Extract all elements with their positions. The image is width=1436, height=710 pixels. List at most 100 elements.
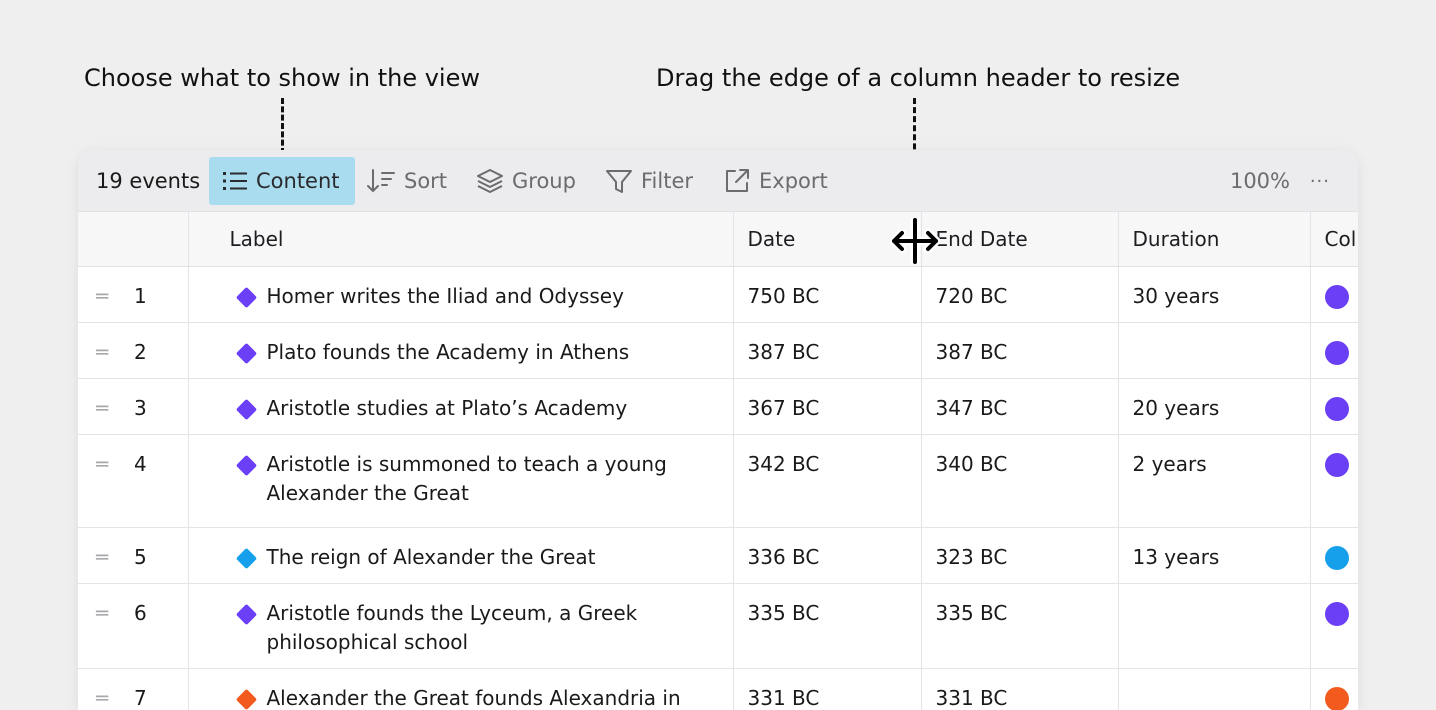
end-date-cell[interactable]: 720 BC — [921, 266, 1118, 322]
drag-handle-icon[interactable]: ═ — [96, 684, 134, 710]
duration-cell[interactable]: 13 years — [1118, 527, 1310, 583]
end-date-cell[interactable]: 340 BC — [921, 434, 1118, 527]
event-label: Alexander the Great founds Alexandria in — [267, 684, 701, 710]
event-label: The reign of Alexander the Great — [267, 543, 616, 572]
date-cell[interactable]: 367 BC — [733, 378, 921, 434]
duration-cell[interactable] — [1118, 583, 1310, 668]
end-date-cell[interactable]: 331 BC — [921, 668, 1118, 710]
event-diamond-icon — [236, 343, 256, 363]
table-row[interactable]: ═5 The reign of Alexander the Great 336 BC… — [78, 527, 1358, 583]
drag-handle-icon[interactable]: ═ — [96, 450, 134, 479]
filter-button[interactable]: Filter — [605, 157, 693, 205]
label-cell[interactable]: Plato founds the Academy in Athens — [188, 322, 733, 378]
column-header-duration[interactable]: Duration — [1118, 212, 1310, 266]
end-date-cell[interactable]: 347 BC — [921, 378, 1118, 434]
events-table: Label Date End Date Duration Col ═1Homer… — [78, 212, 1358, 710]
row-index-cell: ═1 — [78, 266, 188, 322]
row-number: 5 — [134, 545, 147, 569]
row-number: 6 — [134, 601, 147, 625]
row-number: 4 — [134, 452, 147, 476]
content-button[interactable]: Content — [209, 157, 355, 205]
duration-cell[interactable]: 20 years — [1118, 378, 1310, 434]
drag-handle-icon[interactable]: ═ — [96, 394, 134, 423]
color-swatch — [1325, 687, 1349, 710]
row-number: 3 — [134, 396, 147, 420]
date-cell[interactable]: 335 BC — [733, 583, 921, 668]
table-row[interactable]: ═7 Alexander the Great founds Alexandria … — [78, 668, 1358, 710]
event-diamond-icon — [236, 604, 256, 624]
export-icon — [723, 167, 751, 195]
color-swatch — [1325, 285, 1349, 309]
sort-button[interactable]: Sort — [366, 157, 447, 205]
sort-icon — [366, 168, 396, 194]
zoom-level[interactable]: 100% — [1230, 157, 1290, 205]
event-count: 19 events — [96, 157, 200, 205]
layers-icon — [476, 167, 504, 195]
date-cell[interactable]: 750 BC — [733, 266, 921, 322]
resize-annotation: Drag the edge of a column header to resi… — [656, 64, 1180, 92]
color-cell[interactable] — [1310, 266, 1358, 322]
end-date-cell[interactable]: 387 BC — [921, 322, 1118, 378]
date-cell[interactable]: 331 BC — [733, 668, 921, 710]
table-row[interactable]: ═1 Homer writes the Iliad and Odyssey 750 … — [78, 266, 1358, 322]
duration-cell[interactable] — [1118, 668, 1310, 710]
column-header-color[interactable]: Col — [1310, 212, 1358, 266]
group-button[interactable]: Group — [476, 157, 576, 205]
event-diamond-icon — [236, 548, 256, 568]
end-date-cell[interactable]: 323 BC — [921, 527, 1118, 583]
color-cell[interactable] — [1310, 583, 1358, 668]
event-label: Plato founds the Academy in Athens — [267, 338, 650, 367]
label-cell[interactable]: Aristotle studies at Plato’s Academy — [188, 378, 733, 434]
column-header-index[interactable] — [78, 212, 188, 266]
table-row[interactable]: ═6 Aristotle founds the Lyceum, a Greek p… — [78, 583, 1358, 668]
list-icon — [222, 169, 248, 193]
end-date-cell[interactable]: 335 BC — [921, 583, 1118, 668]
drag-handle-icon[interactable]: ═ — [96, 282, 134, 311]
event-diamond-icon — [236, 399, 256, 419]
label-cell[interactable]: Alexander the Great founds Alexandria in — [188, 668, 733, 710]
column-header-end-date[interactable]: End Date — [921, 212, 1118, 266]
date-cell[interactable]: 336 BC — [733, 527, 921, 583]
row-index-cell: ═5 — [78, 527, 188, 583]
column-header-label[interactable]: Label — [188, 212, 733, 266]
event-label: Homer writes the Iliad and Odyssey — [267, 282, 644, 311]
color-swatch — [1325, 602, 1349, 626]
duration-cell[interactable]: 2 years — [1118, 434, 1310, 527]
content-annotation: Choose what to show in the view — [84, 64, 480, 92]
event-diamond-icon — [236, 455, 256, 475]
label-cell[interactable]: Homer writes the Iliad and Odyssey — [188, 266, 733, 322]
label-cell[interactable]: Aristotle founds the Lyceum, a Greek phi… — [188, 583, 733, 668]
duration-cell[interactable] — [1118, 322, 1310, 378]
color-cell[interactable] — [1310, 378, 1358, 434]
group-button-label: Group — [512, 169, 576, 193]
event-label: Aristotle studies at Plato’s Academy — [267, 394, 648, 423]
color-cell[interactable] — [1310, 434, 1358, 527]
sort-button-label: Sort — [404, 169, 447, 193]
color-cell[interactable] — [1310, 668, 1358, 710]
color-swatch — [1325, 453, 1349, 477]
table-row[interactable]: ═3 Aristotle studies at Plato’s Academy 36… — [78, 378, 1358, 434]
color-swatch — [1325, 397, 1349, 421]
row-index-cell: ═7 — [78, 668, 188, 710]
filter-icon — [605, 167, 633, 195]
label-cell[interactable]: Aristotle is summoned to teach a young A… — [188, 434, 733, 527]
color-cell[interactable] — [1310, 322, 1358, 378]
duration-cell[interactable]: 30 years — [1118, 266, 1310, 322]
drag-handle-icon[interactable]: ═ — [96, 599, 134, 628]
drag-handle-icon[interactable]: ═ — [96, 338, 134, 367]
table-row[interactable]: ═4 Aristotle is summoned to teach a young… — [78, 434, 1358, 527]
table-row[interactable]: ═2Plato founds the Academy in Athens387 … — [78, 322, 1358, 378]
export-button[interactable]: Export — [723, 157, 828, 205]
drag-handle-icon[interactable]: ═ — [96, 543, 134, 572]
label-cell[interactable]: The reign of Alexander the Great — [188, 527, 733, 583]
date-cell[interactable]: 342 BC — [733, 434, 921, 527]
event-label: Aristotle founds the Lyceum, a Greek phi… — [267, 599, 733, 657]
export-button-label: Export — [759, 169, 828, 193]
more-options-icon[interactable]: ··· — [1310, 157, 1330, 205]
color-cell[interactable] — [1310, 527, 1358, 583]
resize-cursor-icon — [890, 218, 940, 264]
color-swatch — [1325, 341, 1349, 365]
event-label: Aristotle is summoned to teach a young A… — [267, 450, 733, 508]
date-cell[interactable]: 387 BC — [733, 322, 921, 378]
toolbar: 19 events Content Sort Group Filter Expo… — [78, 150, 1358, 212]
